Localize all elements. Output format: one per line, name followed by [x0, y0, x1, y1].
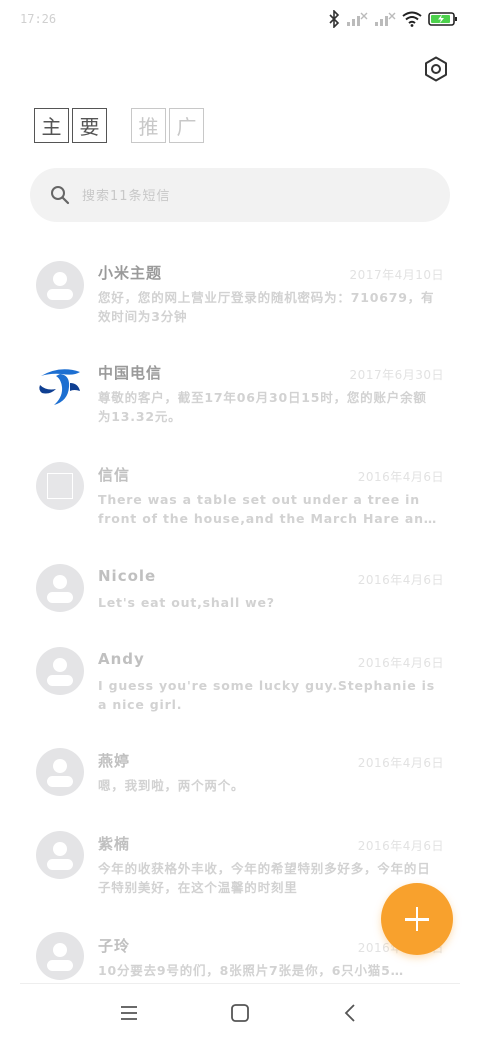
conversation-preview: 尊敬的客户，截至17年06月30日15时，您的账户余额为13.32元。 [98, 390, 427, 424]
conversation-name: 信信 [98, 466, 131, 484]
home-square-icon[interactable] [227, 1000, 253, 1026]
conversation-preview: There was a table set out under a tree i… [98, 492, 438, 526]
conversation-preview: 嗯，我到啦，两个两个。 [98, 778, 245, 793]
conversation-date: 2017年6月30日 [349, 368, 444, 382]
signal-icon [374, 12, 396, 26]
conversation-name: 紫楠 [98, 835, 131, 853]
conversation-item[interactable]: 燕婷 2016年4月6日 嗯，我到啦，两个两个。 [0, 730, 480, 815]
tab-promotions[interactable]: 推 广 [131, 108, 204, 143]
bluetooth-icon [328, 10, 340, 28]
conversation-name: Andy [98, 650, 145, 668]
tab-primary[interactable]: 主 要 [34, 108, 107, 143]
conversation-name: 子玲 [98, 937, 131, 955]
signal-icon [346, 12, 368, 26]
conversation-date: 2017年4月10日 [349, 268, 444, 282]
conversation-date: 2016年4月6日 [357, 470, 444, 484]
status-time: 17:26 [20, 12, 57, 26]
search-input[interactable]: 搜索11条短信 [82, 185, 171, 204]
back-chevron-icon[interactable] [338, 1000, 364, 1026]
avatar [36, 748, 84, 796]
search-icon [50, 185, 70, 209]
china-telecom-logo [36, 361, 84, 409]
wifi-icon [402, 11, 422, 27]
conversation-preview: 您好，您的网上营业厅登录的随机密码为：710679，有效时间为3分钟 [98, 290, 435, 324]
avatar [36, 462, 84, 510]
conversation-name: 燕婷 [98, 752, 131, 770]
avatar-initial-mark [47, 473, 73, 499]
conversation-item[interactable]: Andy 2016年4月6日 I guess you're some lucky… [0, 630, 480, 730]
status-icons [328, 10, 458, 28]
conversation-date: 2016年4月6日 [357, 839, 444, 853]
avatar [36, 261, 84, 309]
avatar [36, 564, 84, 612]
conversation-date: 2016年4月6日 [357, 756, 444, 770]
menu-icon[interactable] [116, 1000, 142, 1026]
tab-bar: 主 要 推 广 [34, 108, 204, 143]
avatar [36, 932, 84, 980]
compose-button[interactable] [381, 883, 453, 955]
conversation-preview: 10分要去9号的们，8张照片7张是你，6只小猫5… [98, 963, 404, 978]
conversation-preview: 今年的收获格外丰收，今年的希望特别多好多，今年的日子特别美好，在这个温馨的时刻里 [98, 861, 431, 895]
conversation-name: 中国电信 [98, 364, 163, 382]
avatar [36, 647, 84, 695]
conversation-name: Nicole [98, 567, 157, 585]
tab-label-char: 推 [131, 108, 166, 143]
tab-label-char: 要 [72, 108, 107, 143]
nav-divider [20, 983, 460, 984]
search-bar[interactable]: 搜索11条短信 [30, 168, 450, 222]
conversation-item[interactable]: 信信 2016年4月6日 There was a table set out u… [0, 440, 480, 540]
conversation-item[interactable]: 中国电信 2017年6月30日 尊敬的客户，截至17年06月30日15时，您的账… [0, 340, 480, 440]
conversation-date: 2016年4月6日 [357, 656, 444, 670]
conversation-preview: Let's eat out,shall we? [98, 595, 275, 610]
tab-label-char: 主 [34, 108, 69, 143]
conversation-item[interactable]: 小米主题 2017年4月10日 您好，您的网上营业厅登录的随机密码为：71067… [0, 240, 480, 340]
settings-hexagon-icon [422, 56, 450, 87]
tab-label-char: 广 [169, 108, 204, 143]
conversation-date: 2016年4月6日 [357, 573, 444, 587]
status-bar: 17:26 [0, 0, 480, 40]
conversation-preview: I guess you're some lucky guy.Stephanie … [98, 678, 435, 712]
navigation-bar [0, 985, 480, 1040]
settings-button[interactable] [422, 55, 450, 83]
conversation-item[interactable]: Nicole 2016年4月6日 Let's eat out,shall we? [0, 545, 480, 630]
conversation-list: 小米主题 2017年4月10日 您好，您的网上营业厅登录的随机密码为：71067… [0, 240, 480, 985]
avatar [36, 831, 84, 879]
battery-charging-icon [428, 11, 458, 27]
conversation-name: 小米主题 [98, 264, 163, 282]
